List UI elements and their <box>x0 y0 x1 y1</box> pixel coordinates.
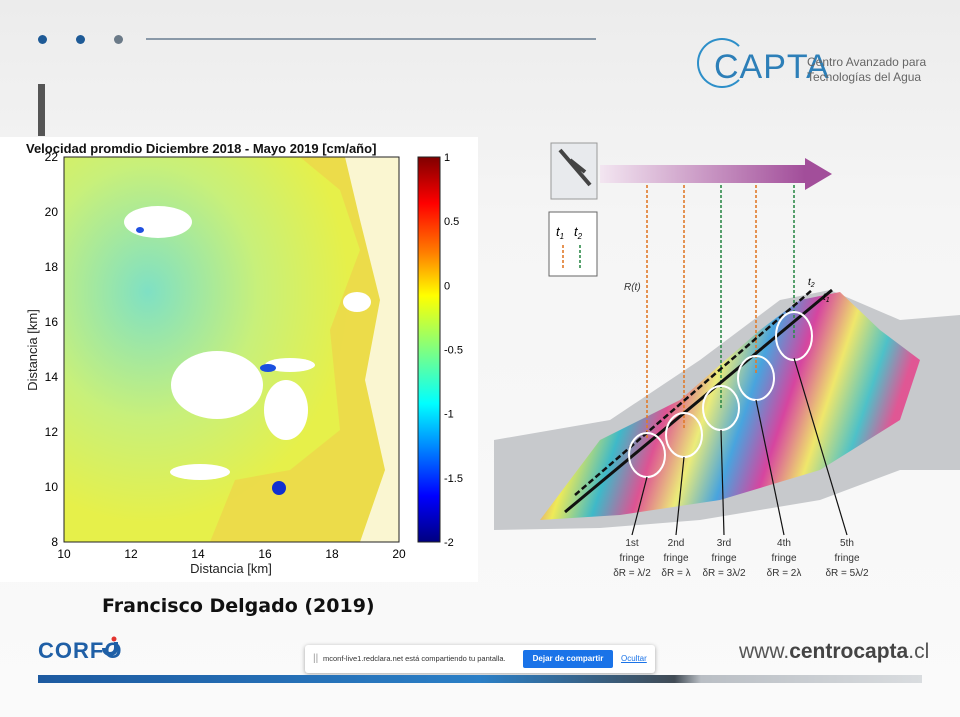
corfo-mark-icon <box>102 636 118 656</box>
colorbar-tick-label: 0.5 <box>444 216 459 228</box>
colorbar-tick-label: -1.5 <box>444 473 463 485</box>
fringe-name-label: fringe <box>711 553 736 564</box>
map-y-tick-label: 14 <box>45 370 59 384</box>
colorbar-tick-label: -2 <box>444 537 454 549</box>
fringe-name-label: 3rd <box>717 538 731 549</box>
satellite-icon <box>550 142 598 200</box>
colorbar-tick-label: 1 <box>444 152 450 164</box>
screen-share-message: mconf-live1.redclara.net está compartien… <box>323 654 506 663</box>
map-x-tick-label: 18 <box>325 547 339 561</box>
capta-logo-line2: Tecnologías del Agua <box>807 70 922 84</box>
map-nodata-patch-5 <box>170 464 230 480</box>
line-label-t2: t2 <box>808 277 815 289</box>
map-nodata-patch-1 <box>124 206 192 238</box>
map-xlabel: Distancia [km] <box>190 561 272 576</box>
map-y-tick-label: 8 <box>51 535 58 549</box>
slide-dot-3 <box>114 35 123 44</box>
radar-beam-arrow <box>600 165 805 183</box>
fringe-delta-label: δR = λ/2 <box>613 568 651 579</box>
colorbar-tick-label: 0 <box>444 280 450 292</box>
map-y-tick-label: 18 <box>45 260 59 274</box>
website-prefix: www. <box>739 640 790 663</box>
map-ylabel: Distancia [km] <box>25 309 40 391</box>
footer-color-bar <box>38 675 922 683</box>
screen-share-bar: || mconf-live1.redclara.net está compart… <box>305 645 655 673</box>
velocity-map-figure: Distancia [km] Distancia [km] 10 12 14 16 18… <box>0 137 478 582</box>
drag-handle-icon[interactable]: || <box>313 653 318 664</box>
map-x-tick-label: 10 <box>57 547 71 561</box>
website-url[interactable]: www.centrocapta.cl <box>739 640 929 664</box>
colorbar <box>417 156 441 543</box>
map-y-tick-label: 20 <box>45 205 59 219</box>
map-nodata-patch-6 <box>343 292 371 312</box>
wave-legend-box <box>548 211 598 277</box>
map-nodata-patch-3 <box>264 380 308 440</box>
map-y-tick-label: 10 <box>45 480 59 494</box>
radar-beam-arrowhead <box>805 158 832 190</box>
title-accent-bar <box>38 84 45 136</box>
fringe-delta-label: δR = 2λ <box>767 568 802 579</box>
fringe-name-label: 4th <box>777 538 791 549</box>
map-y-tick-label: 16 <box>45 315 59 329</box>
map-x-tick-label: 14 <box>191 547 205 561</box>
range-label: R(t) <box>624 282 641 293</box>
map-title: Velocidad promdio Diciembre 2018 - Mayo … <box>26 141 377 156</box>
website-suffix: .cl <box>908 640 930 663</box>
map-x-tick-label: 20 <box>392 547 406 561</box>
map-subsidence-spot-2 <box>260 364 276 372</box>
website-name: centrocapta <box>789 640 909 663</box>
fringe-name-label: fringe <box>834 553 859 564</box>
fringe-delta-label: δR = λ <box>661 568 690 579</box>
map-subsidence-spot-3 <box>136 227 144 233</box>
map-subsidence-spot-1 <box>272 481 286 495</box>
insar-fringe-diagram: t1 t2 R(t) t1 t2 1stfringeδR = λ/22ndfri… <box>494 142 960 579</box>
map-x-tick-label: 12 <box>124 547 138 561</box>
header-divider <box>146 38 596 40</box>
fringe-name-label: 5th <box>840 538 854 549</box>
colorbar-tick-label: -1 <box>444 409 454 421</box>
map-y-tick-label: 12 <box>45 425 59 439</box>
fringe-name-label: fringe <box>771 553 796 564</box>
slide-dot-1 <box>38 35 47 44</box>
capta-logo-line1: Centro Avanzado para <box>807 55 927 69</box>
fringe-name-label: 1st <box>625 538 639 549</box>
fringe-delta-label: δR = 5λ/2 <box>825 568 869 579</box>
map-x-tick-label: 16 <box>258 547 272 561</box>
author-credit: Francisco Delgado (2019) <box>102 595 375 617</box>
slide-dot-2 <box>76 35 85 44</box>
capta-logo-subtitle: Centro Avanzado para Tecnologías del Agu… <box>807 55 926 85</box>
fringe-delta-label: δR = 3λ/2 <box>702 568 746 579</box>
hide-share-bar-link[interactable]: Ocultar <box>621 654 647 663</box>
fringe-name-label: fringe <box>619 553 644 564</box>
map-nodata-patch-2 <box>171 351 263 419</box>
stop-sharing-button[interactable]: Dejar de compartir <box>523 650 613 668</box>
fringe-name-label: 2nd <box>668 538 685 549</box>
fringe-name-label: fringe <box>663 553 688 564</box>
colorbar-tick-label: -0.5 <box>444 345 463 357</box>
